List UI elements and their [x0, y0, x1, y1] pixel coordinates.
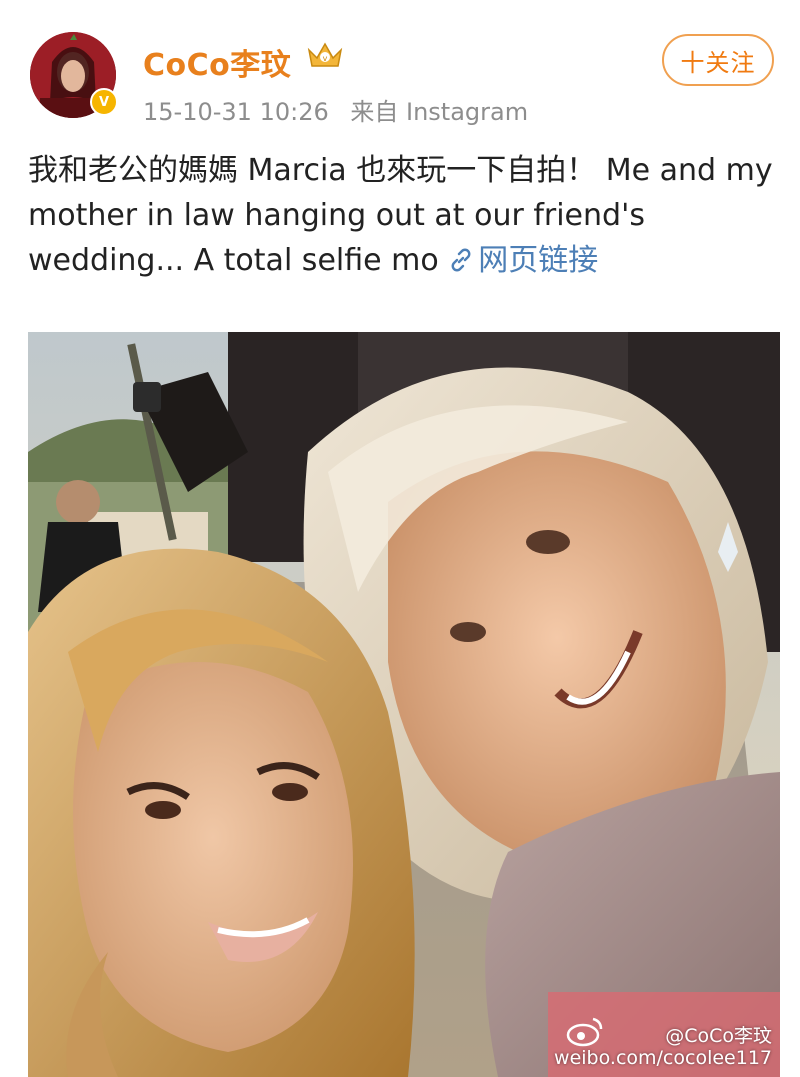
follow-button[interactable]: 十关注: [662, 34, 774, 86]
post-text: 我和老公的媽媽 Marcia 也來玩一下自拍！ Me and my mother…: [28, 153, 773, 278]
watermark-handle: @CoCo李玟: [665, 1025, 772, 1047]
post-timestamp: 15-10-31 10:26: [143, 98, 329, 126]
svg-text:v: v: [323, 54, 328, 63]
web-link-label: 网页链接: [478, 243, 599, 278]
web-link[interactable]: 网页链接: [448, 243, 598, 278]
verified-badge-icon: V: [90, 88, 118, 116]
username[interactable]: CoCo李玟: [143, 40, 291, 84]
watermark-url: weibo.com/cocolee117: [554, 1047, 772, 1069]
avatar[interactable]: V: [30, 32, 118, 118]
photo-watermark: @CoCo李玟 weibo.com/cocolee117: [554, 1025, 772, 1069]
post-meta: 15-10-31 10:26 来自 Instagram: [143, 92, 542, 127]
crown-vip-icon[interactable]: v: [305, 38, 345, 72]
post-photo[interactable]: @CoCo李玟 weibo.com/cocolee117: [28, 332, 780, 1077]
link-chain-icon: [448, 241, 474, 272]
post-source[interactable]: 来自 Instagram: [350, 98, 528, 126]
post-header: V CoCo李玟 v 15-10-31 10:26 来自 Instagram 十…: [0, 0, 800, 135]
post-body: 我和老公的媽媽 Marcia 也來玩一下自拍！ Me and my mother…: [28, 148, 773, 283]
